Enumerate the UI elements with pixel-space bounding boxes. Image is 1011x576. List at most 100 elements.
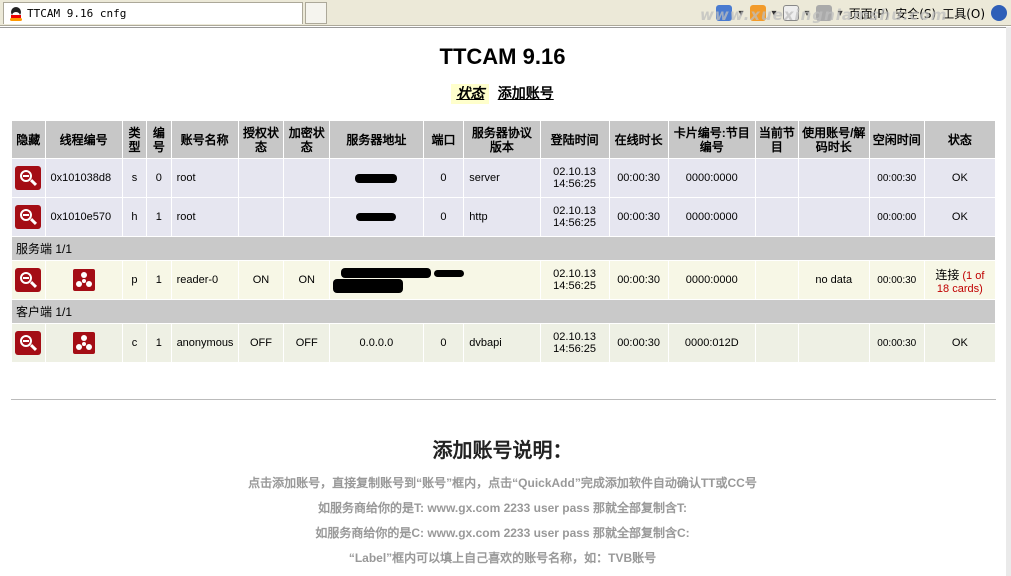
idle-cell: 00:00:30 xyxy=(868,323,925,363)
num-cell: 1 xyxy=(146,260,172,300)
col-num: 编号 xyxy=(146,120,172,159)
col-server: 服务器地址 xyxy=(329,120,424,159)
print-dropdown-arrow[interactable]: ▾ xyxy=(838,8,843,19)
crypt-cell: OFF xyxy=(283,323,331,363)
hide-cell xyxy=(11,260,46,300)
current-cell xyxy=(754,260,799,300)
home-icon[interactable] xyxy=(716,5,733,21)
server-cell xyxy=(329,158,424,198)
help-title: 添加账号说明： xyxy=(432,438,573,462)
idle-cell: 00:00:30 xyxy=(868,260,925,300)
col-port: 端口 xyxy=(422,120,465,159)
restart-icon[interactable] xyxy=(72,269,95,291)
mail-dropdown-arrow[interactable]: ▾ xyxy=(805,8,810,19)
login-cell: 02.10.13 14:56:25 xyxy=(539,260,610,300)
thread-cell: 0x101038d8 xyxy=(44,158,123,198)
vertical-scrollbar[interactable] xyxy=(1006,27,1011,576)
menu-tools[interactable]: 工具(O) xyxy=(942,5,985,22)
feeds-icon[interactable] xyxy=(749,5,766,21)
current-cell xyxy=(754,197,799,237)
proto-cell: dvbapi xyxy=(463,323,541,363)
col-card: 卡片编号:节目编号 xyxy=(667,120,756,159)
help-icon[interactable] xyxy=(991,5,1007,21)
auth-cell: OFF xyxy=(237,323,285,363)
col-usage: 使用账号/解码时长 xyxy=(797,120,870,159)
usage-cell xyxy=(797,158,870,198)
col-status: 状态 xyxy=(923,120,997,159)
hide-cell xyxy=(11,323,46,363)
type-cell: s xyxy=(121,158,148,198)
server-cell xyxy=(329,197,424,237)
type-cell: c xyxy=(121,323,148,363)
online-cell: 00:00:30 xyxy=(608,260,669,300)
feeds-dropdown-arrow[interactable]: ▾ xyxy=(772,8,777,19)
table-row: p 1 reader-0 ON ON 02.10.13 14:56:25 00:0… xyxy=(11,260,997,300)
page-content: TTCAM 9.16 状态 添加账号 隐藏 线程编号 类型 编号 账号名称 授权… xyxy=(0,27,1011,576)
status-cards-count: 18 cards) xyxy=(936,282,983,295)
status-cell: OK xyxy=(923,158,997,198)
redacted-server xyxy=(434,269,465,277)
online-cell: 00:00:30 xyxy=(608,197,669,237)
auth-cell xyxy=(237,158,285,198)
table-row: 0x1010e570 h 1 root 0 http 02.10.13 14:56… xyxy=(11,197,997,237)
home-dropdown-arrow[interactable]: ▾ xyxy=(738,8,743,19)
section-server-label: 服务端 1/1 xyxy=(11,236,996,261)
help-line-3: 如服务商给你的是C: www.gx.com 2233 user pass 那就全… xyxy=(315,526,690,540)
online-cell: 00:00:30 xyxy=(608,158,669,198)
restart-icon[interactable] xyxy=(72,332,95,354)
thread-cell xyxy=(44,260,123,300)
redacted-server xyxy=(333,279,404,293)
card-cell: 0000:0000 xyxy=(667,197,756,237)
proto-cell: http xyxy=(463,197,541,237)
print-icon[interactable] xyxy=(815,5,832,21)
zoom-out-icon[interactable] xyxy=(15,331,42,355)
help-line-1: 点击添加账号，直接复制账号到“账号”框内，点击“QuickAdd”完成添加软件自… xyxy=(248,476,757,490)
server-cell-redacted xyxy=(329,260,541,300)
thread-cell: 0x1010e570 xyxy=(44,197,123,237)
name-cell: reader-0 xyxy=(170,260,239,300)
table-row: c 1 anonymous OFF OFF 0.0.0.0 0 dvbapi 0… xyxy=(11,323,997,363)
table-row: 0x101038d8 s 0 root 0 server 02.10.13 14:… xyxy=(11,158,997,198)
crypt-cell xyxy=(283,197,331,237)
zoom-out-icon[interactable] xyxy=(15,166,42,190)
num-cell: 1 xyxy=(146,197,172,237)
card-cell: 0000:0000 xyxy=(667,158,756,198)
section-client: 客户端 1/1 xyxy=(11,299,996,324)
new-tab-button[interactable] xyxy=(305,2,327,24)
thread-cell xyxy=(44,323,123,363)
page-title: TTCAM 9.16 xyxy=(439,44,566,69)
usage-cell xyxy=(797,323,870,363)
section-client-label: 客户端 1/1 xyxy=(11,299,996,324)
zoom-out-icon[interactable] xyxy=(15,268,42,292)
menu-page[interactable]: 页面(P) xyxy=(849,5,890,22)
port-cell: 0 xyxy=(422,197,465,237)
login-cell: 02.10.13 14:56:25 xyxy=(539,197,610,237)
qq-penguin-icon xyxy=(9,6,23,21)
crypt-cell xyxy=(283,158,331,198)
nav-status-link[interactable]: 状态 xyxy=(451,84,490,104)
zoom-out-icon[interactable] xyxy=(15,205,42,229)
proto-cell: server xyxy=(463,158,541,198)
status-cell: OK xyxy=(923,323,997,363)
tab-title: TTCAM 9.16 cnfg xyxy=(27,7,127,20)
mail-icon[interactable] xyxy=(782,5,799,21)
status-cell: 连接 (1 of 18 cards) xyxy=(923,260,997,300)
hide-cell xyxy=(11,197,46,237)
crypt-cell: ON xyxy=(283,260,331,300)
port-cell: 0 xyxy=(422,323,465,363)
section-server: 服务端 1/1 xyxy=(11,236,996,261)
status-connected: 连接 xyxy=(935,267,960,282)
name-cell: root xyxy=(170,158,239,198)
col-crypt: 加密状态 xyxy=(283,120,331,159)
col-login: 登陆时间 xyxy=(539,120,610,159)
nav-add-account-link[interactable]: 添加账号 xyxy=(498,86,554,102)
status-cards-note: (1 of xyxy=(962,269,985,282)
col-type: 类型 xyxy=(121,120,148,159)
menu-safety[interactable]: 安全(S) xyxy=(895,5,936,22)
browser-chrome: TTCAM 9.16 cnfg ▾ ▾ ▾ ▾ 页面(P) 安全(S) 工具(O… xyxy=(0,0,1011,26)
online-cell: 00:00:30 xyxy=(608,323,669,363)
idle-cell: 00:00:30 xyxy=(868,158,925,198)
browser-tab[interactable]: TTCAM 9.16 cnfg xyxy=(3,2,303,24)
login-time: 14:56:25 xyxy=(553,343,596,355)
server-cell: 0.0.0.0 xyxy=(329,323,424,363)
